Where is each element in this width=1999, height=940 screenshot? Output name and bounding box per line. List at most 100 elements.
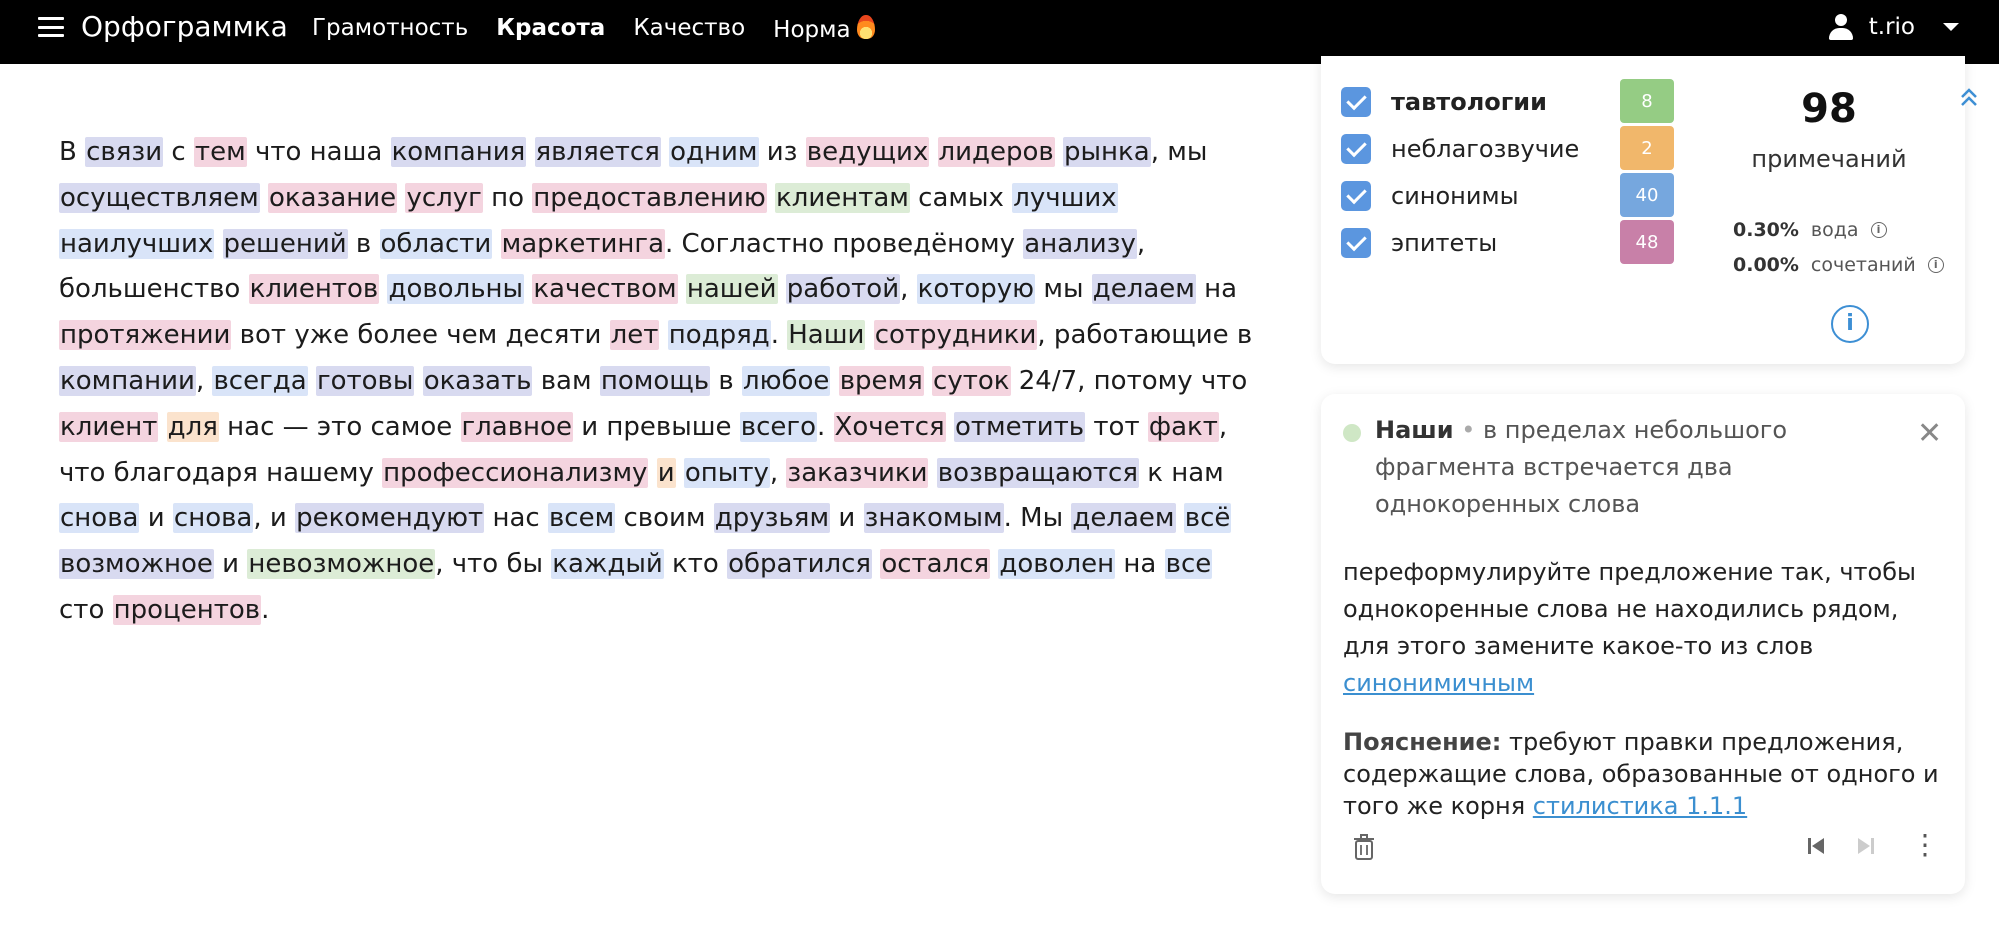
highlighted-word[interactable]: делаем bbox=[1071, 503, 1176, 534]
nav-kachestvo[interactable]: Качество bbox=[633, 15, 745, 43]
text-segment: и bbox=[830, 503, 864, 534]
highlighted-word[interactable]: довольны bbox=[387, 274, 525, 305]
highlighted-word[interactable]: ведущих bbox=[805, 137, 930, 167]
text-segment: . Согластно проведёному bbox=[665, 228, 1024, 259]
brand-logo[interactable]: Орфограммка bbox=[81, 10, 288, 43]
highlighted-word[interactable]: друзьям bbox=[713, 503, 831, 534]
highlighted-word[interactable]: одним bbox=[669, 137, 759, 167]
highlighted-word[interactable]: суток bbox=[932, 365, 1011, 396]
highlighted-word[interactable]: клиентам bbox=[775, 182, 910, 213]
highlighted-word[interactable]: является bbox=[534, 137, 661, 167]
highlighted-word[interactable]: которую bbox=[916, 274, 1036, 305]
checkbox-epithets[interactable] bbox=[1341, 228, 1371, 258]
category-row-tautology[interactable]: тавтологии bbox=[1341, 79, 1547, 125]
highlighted-word[interactable]: предоставлению bbox=[532, 182, 767, 213]
rule-link[interactable]: стилистика 1.1.1 bbox=[1533, 792, 1747, 820]
text-segment bbox=[778, 274, 786, 304]
highlighted-word[interactable]: всего bbox=[739, 411, 817, 442]
highlighted-word[interactable]: главное bbox=[460, 411, 573, 442]
nav-norma[interactable]: Норма bbox=[773, 15, 875, 43]
text-segment bbox=[946, 412, 954, 442]
checkbox-synonyms[interactable] bbox=[1341, 181, 1371, 211]
highlighted-word[interactable]: анализу bbox=[1023, 228, 1137, 259]
highlighted-word[interactable]: сотрудники bbox=[873, 320, 1038, 351]
highlighted-word[interactable]: для bbox=[166, 411, 219, 442]
highlighted-word[interactable]: работой bbox=[785, 274, 901, 305]
highlighted-word[interactable]: протяжении bbox=[59, 320, 232, 351]
info-circle-icon[interactable]: i bbox=[1831, 305, 1869, 343]
category-row-cacophony[interactable]: неблагозвучие bbox=[1341, 126, 1579, 172]
trash-icon[interactable] bbox=[1353, 834, 1375, 860]
category-row-epithets[interactable]: эпитеты bbox=[1341, 220, 1497, 266]
synonym-link[interactable]: синонимичным bbox=[1343, 669, 1534, 697]
highlighted-word[interactable]: качеством bbox=[532, 274, 678, 305]
highlighted-word[interactable]: и bbox=[656, 457, 676, 488]
highlighted-word[interactable]: осуществляем bbox=[59, 182, 260, 213]
highlighted-word[interactable]: Хочется bbox=[833, 411, 946, 442]
nav-gramotnost[interactable]: Грамотность bbox=[312, 15, 468, 43]
highlighted-word[interactable]: рекомендуют bbox=[295, 503, 485, 534]
highlighted-word[interactable]: тем bbox=[193, 137, 247, 167]
info-icon[interactable]: i bbox=[1870, 222, 1887, 238]
highlighted-word[interactable]: связи bbox=[85, 137, 164, 167]
highlighted-word[interactable]: обратился bbox=[727, 549, 873, 580]
category-row-synonyms[interactable]: синонимы bbox=[1341, 173, 1519, 219]
chevron-down-icon[interactable] bbox=[1943, 23, 1959, 31]
highlighted-word[interactable]: компании bbox=[59, 365, 196, 396]
highlighted-word[interactable]: заказчики bbox=[786, 457, 929, 488]
highlighted-word[interactable]: процентов bbox=[112, 594, 262, 625]
highlighted-word[interactable]: всем bbox=[547, 503, 616, 534]
checkbox-tautology[interactable] bbox=[1341, 87, 1371, 117]
highlighted-word[interactable]: наилучших bbox=[59, 228, 215, 259]
highlighted-word[interactable]: знакомым bbox=[863, 503, 1004, 534]
highlighted-word[interactable]: Наши bbox=[787, 320, 866, 351]
highlighted-word[interactable]: невозможное bbox=[247, 549, 436, 580]
highlighted-word[interactable]: оказание bbox=[267, 182, 398, 213]
chevron-double-up-icon[interactable] bbox=[1959, 86, 1979, 110]
highlighted-word[interactable]: отметить bbox=[953, 411, 1086, 442]
highlighted-word[interactable]: всё bbox=[1183, 503, 1232, 534]
user-menu[interactable]: t.rio bbox=[1828, 14, 1959, 40]
highlighted-word[interactable]: все bbox=[1164, 549, 1213, 580]
nav-krasota[interactable]: Красота bbox=[496, 15, 605, 43]
detail-header: Наши • в пределах небольшого фрагмента в… bbox=[1375, 412, 1895, 523]
highlighted-word[interactable]: снова bbox=[172, 503, 254, 534]
close-icon[interactable]: ✕ bbox=[1917, 416, 1942, 451]
skip-previous-icon[interactable] bbox=[1806, 836, 1826, 856]
highlighted-word[interactable]: всегда bbox=[212, 365, 308, 396]
highlighted-word[interactable]: помощь bbox=[599, 365, 711, 396]
highlighted-word[interactable]: лет bbox=[609, 320, 660, 351]
highlighted-word[interactable]: оказать bbox=[422, 365, 533, 396]
highlighted-word[interactable]: каждый bbox=[551, 549, 664, 580]
highlighted-word[interactable]: остался bbox=[880, 549, 991, 580]
highlighted-word[interactable]: решений bbox=[222, 228, 348, 259]
highlighted-word[interactable]: лучших bbox=[1012, 182, 1118, 213]
highlighted-word[interactable]: подряд bbox=[667, 320, 771, 351]
skip-next-icon[interactable] bbox=[1856, 836, 1876, 856]
highlighted-word[interactable]: нашей bbox=[685, 274, 778, 305]
highlighted-word[interactable]: возможное bbox=[59, 549, 214, 580]
highlighted-word[interactable]: факт bbox=[1147, 411, 1219, 442]
menu-icon[interactable] bbox=[38, 17, 64, 37]
highlighted-word[interactable]: возвращаются bbox=[936, 457, 1139, 488]
highlighted-word[interactable]: клиент bbox=[59, 411, 159, 442]
highlighted-word[interactable]: профессионализму bbox=[382, 457, 649, 488]
highlighted-word[interactable]: лидеров bbox=[937, 137, 1055, 167]
highlighted-word[interactable]: доволен bbox=[998, 549, 1116, 580]
highlighted-word[interactable]: рынка bbox=[1063, 137, 1151, 167]
more-vertical-icon[interactable]: ⋮ bbox=[1911, 830, 1939, 860]
text-editor[interactable]: В связи с тем что наша компания является… bbox=[59, 130, 1264, 634]
info-icon[interactable]: i bbox=[1927, 257, 1944, 273]
highlighted-word[interactable]: любое bbox=[741, 365, 831, 396]
highlighted-word[interactable]: компания bbox=[390, 137, 527, 167]
checkbox-cacophony[interactable] bbox=[1341, 134, 1371, 164]
highlighted-word[interactable]: клиентов bbox=[248, 274, 380, 305]
highlighted-word[interactable]: делаем bbox=[1091, 274, 1196, 305]
highlighted-word[interactable]: время bbox=[838, 365, 924, 396]
highlighted-word[interactable]: готовы bbox=[315, 365, 415, 396]
highlighted-word[interactable]: маркетинга bbox=[500, 228, 665, 259]
highlighted-word[interactable]: услуг bbox=[405, 182, 483, 213]
highlighted-word[interactable]: опыту bbox=[683, 457, 770, 488]
highlighted-word[interactable]: области bbox=[379, 228, 493, 259]
highlighted-word[interactable]: снова bbox=[59, 503, 140, 534]
